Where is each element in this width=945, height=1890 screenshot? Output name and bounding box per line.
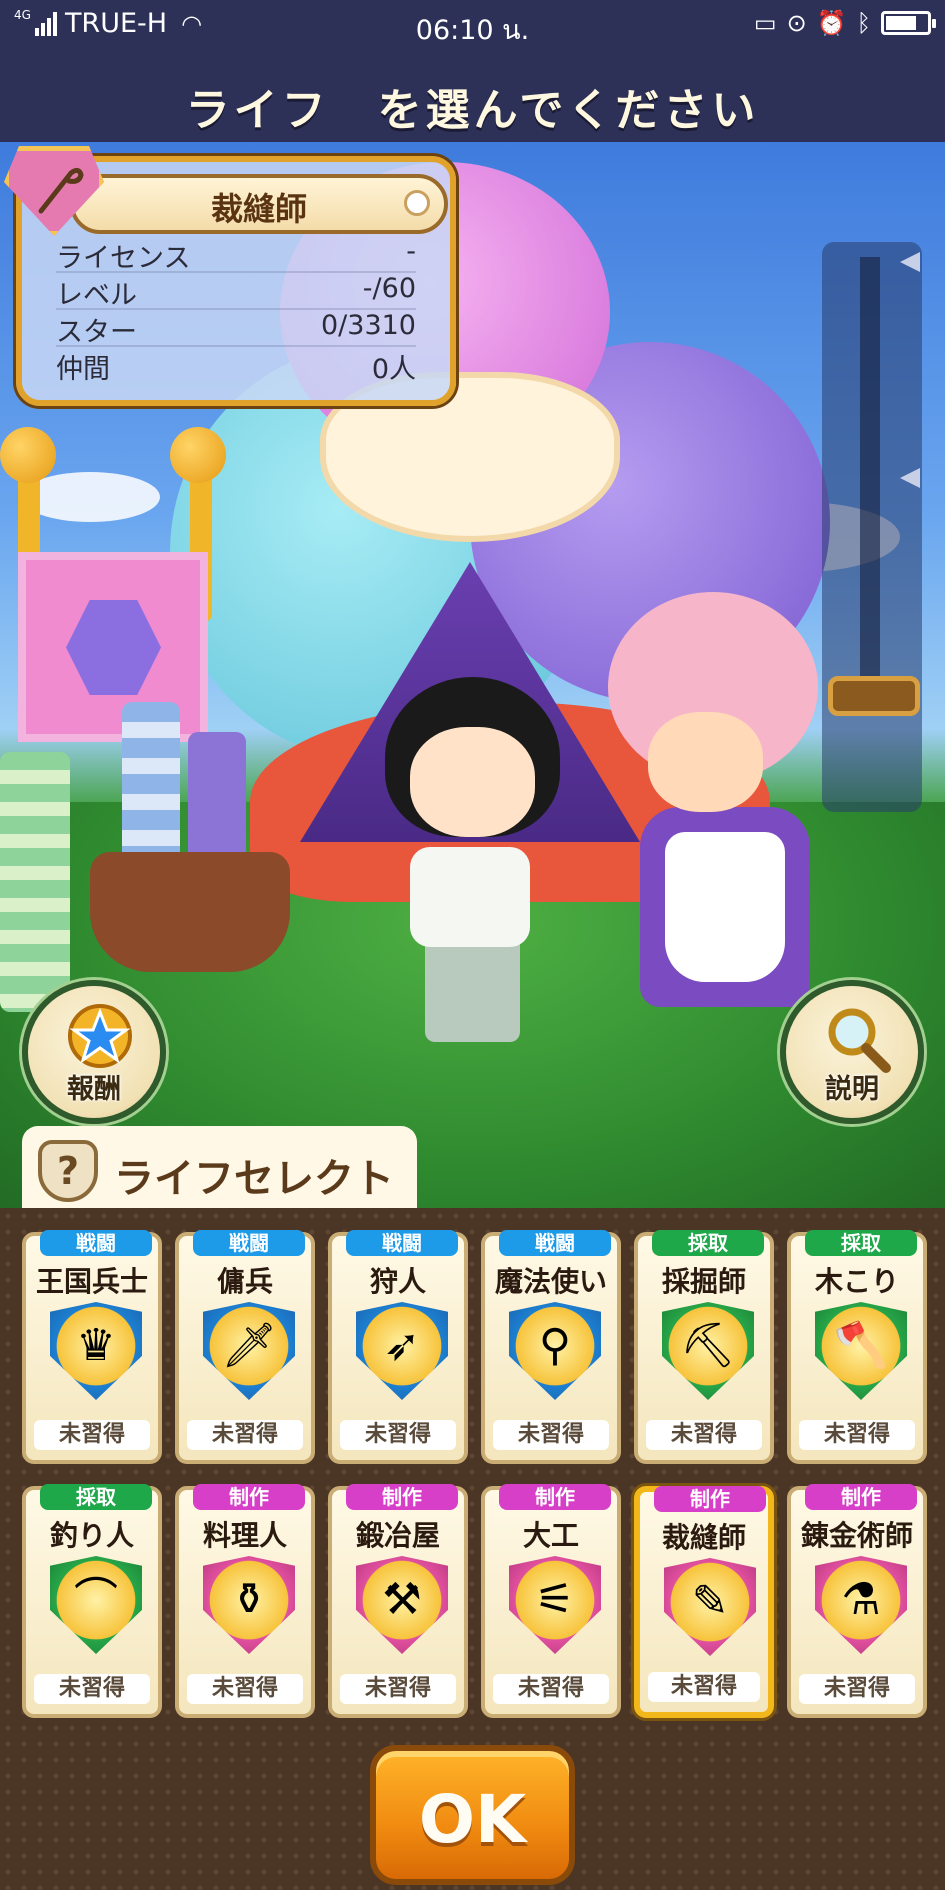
stat-row: スター 0/3310: [56, 310, 416, 348]
alarm-icon: ⏰: [816, 9, 847, 37]
job-name: 王国兵士: [35, 1265, 148, 1298]
job-name: 錬金術師: [800, 1519, 913, 1552]
basket: [90, 852, 290, 972]
player-pants: [425, 932, 520, 1042]
job-status: 未習得: [187, 1420, 303, 1450]
job-category-badge: 戦闘: [346, 1230, 458, 1256]
job-category-badge: 採取: [652, 1230, 764, 1256]
cast-icon: ▭: [753, 9, 777, 37]
pole-cap: [170, 427, 226, 483]
saw-icon: ⚟: [535, 1574, 575, 1625]
job-name: 大工: [522, 1519, 579, 1552]
hammer-icon: ⚒: [382, 1574, 422, 1625]
job-status: 未習得: [34, 1674, 150, 1704]
job-card[interactable]: 制作裁縫師 ✎ 未習得: [634, 1486, 774, 1718]
page-title: ライフ を選んでください: [185, 85, 760, 136]
battery-icon: [881, 11, 936, 35]
fabric-roll: [0, 752, 70, 1012]
job-category-badge: 採取: [805, 1230, 917, 1256]
job-name: 狩人: [369, 1265, 426, 1298]
reward-button[interactable]: 報酬: [22, 980, 166, 1124]
tab-label: ライフセレクト: [114, 1156, 394, 1202]
player-shirt: [410, 847, 530, 947]
pole-cap: [0, 427, 56, 483]
needle-icon: ✎: [691, 1576, 729, 1627]
job-category-badge: 戦闘: [499, 1230, 611, 1256]
slider-marker-icon: [900, 252, 920, 272]
job-category-badge: 制作: [193, 1484, 305, 1510]
job-category-badge: 制作: [499, 1484, 611, 1510]
job-status: 未習得: [493, 1420, 609, 1450]
lock-rotation-icon: ⊙: [786, 9, 807, 37]
flask-icon: ⚗: [841, 1574, 881, 1625]
npc-face: [648, 712, 763, 812]
job-category-badge: 制作: [654, 1486, 766, 1512]
job-card[interactable]: 採取釣り人 ⌒ 未習得: [22, 1484, 162, 1718]
job-status: 未習得: [646, 1420, 762, 1450]
life-name: 裁縫師: [210, 190, 307, 228]
job-category-badge: 制作: [805, 1484, 917, 1510]
job-card[interactable]: 採取木こり 🪓 未習得: [787, 1230, 927, 1464]
explain-label: 説明: [825, 1074, 879, 1105]
job-category-badge: 制作: [346, 1484, 458, 1510]
pickaxe-icon: ⛏: [680, 1320, 736, 1371]
fishing-rod-icon: ⌒: [74, 1574, 118, 1625]
job-status: 未習得: [493, 1674, 609, 1704]
header: ライフ を選んでください: [0, 50, 945, 142]
job-grid: 戦闘 王国兵士 ♛ 未習得 戦闘 傭兵 🗡 未習得 戦闘 狩人 ➶ 未習得 戦闘 魔法使い ⚲ 未習得 採取 採掘…: [22, 1230, 927, 1718]
explain-button[interactable]: 説明: [780, 980, 924, 1124]
reward-label: 報酬: [67, 1074, 121, 1105]
bow-icon: ➶: [383, 1320, 421, 1371]
tab-life-select[interactable]: ? ライフセレクト: [22, 1126, 417, 1210]
job-card[interactable]: 戦闘王国兵士 ♛ 未習得: [22, 1230, 162, 1464]
axe-icon: 🪓: [833, 1320, 889, 1371]
job-name: 採掘師: [661, 1265, 746, 1298]
ladle-icon: ⚱: [230, 1574, 268, 1625]
stat-row: 仲間 0人: [56, 354, 416, 385]
job-name: 裁縫師: [661, 1521, 746, 1554]
job-name: 鍛冶屋: [355, 1519, 440, 1552]
job-card[interactable]: 戦闘傭兵 🗡 未習得: [175, 1230, 315, 1464]
job-card[interactable]: 採取採掘師 ⛏ 未習得: [634, 1230, 774, 1464]
job-card[interactable]: 制作錬金術師 ⚗ 未習得: [787, 1484, 927, 1718]
sword-icon: 🗡: [221, 1320, 277, 1371]
npc-apron: [665, 832, 785, 982]
question-icon: ?: [38, 1140, 98, 1202]
ribbon-icon: [404, 190, 430, 216]
job-name: 釣り人: [49, 1519, 134, 1552]
job-category-badge: 採取: [40, 1484, 152, 1510]
job-card[interactable]: 制作鍛冶屋 ⚒ 未習得: [328, 1484, 468, 1718]
stat-row: レベル -/60: [56, 273, 416, 311]
job-name: 傭兵: [216, 1265, 273, 1298]
job-card[interactable]: 戦闘狩人 ➶ 未習得: [328, 1230, 468, 1464]
slider-marker-icon: [900, 468, 920, 488]
life-name-bar: 裁縫師: [70, 174, 448, 234]
wand-icon: ⚲: [538, 1320, 572, 1371]
job-name: 料理人: [202, 1519, 287, 1552]
job-card[interactable]: 戦闘魔法使い ⚲ 未習得: [481, 1230, 621, 1464]
zoom-slider-handle[interactable]: [828, 676, 920, 716]
job-card[interactable]: 制作大工 ⚟ 未習得: [481, 1484, 621, 1718]
job-name: 木こり: [814, 1265, 899, 1298]
player-face: [410, 727, 535, 837]
ok-label: OK: [418, 1781, 527, 1858]
job-status: 未習得: [187, 1674, 303, 1704]
job-status: 未習得: [34, 1420, 150, 1450]
job-category-badge: 戦闘: [193, 1230, 305, 1256]
job-status: 未習得: [799, 1674, 915, 1704]
job-status: 未習得: [340, 1674, 456, 1704]
ok-button[interactable]: OK: [370, 1745, 575, 1885]
job-card[interactable]: 制作料理人 ⚱ 未習得: [175, 1484, 315, 1718]
stat-row: ライセンス -: [56, 236, 416, 274]
bluetooth-icon: ᛒ: [856, 9, 871, 37]
zoom-slider-rail: [860, 257, 880, 677]
life-stats: ライセンス - レベル -/60 スター 0/3310 仲間 0人: [56, 236, 416, 385]
crown-icon: ♛: [76, 1320, 116, 1371]
job-status: 未習得: [799, 1420, 915, 1450]
job-name: 魔法使い: [494, 1265, 607, 1298]
status-bar: 4G TRUE-H ◠ 06:10 น. ▭ ⊙ ⏰ ᛒ: [0, 0, 945, 50]
job-status: 未習得: [340, 1420, 456, 1450]
job-status: 未習得: [648, 1672, 760, 1702]
job-category-badge: 戦闘: [40, 1230, 152, 1256]
